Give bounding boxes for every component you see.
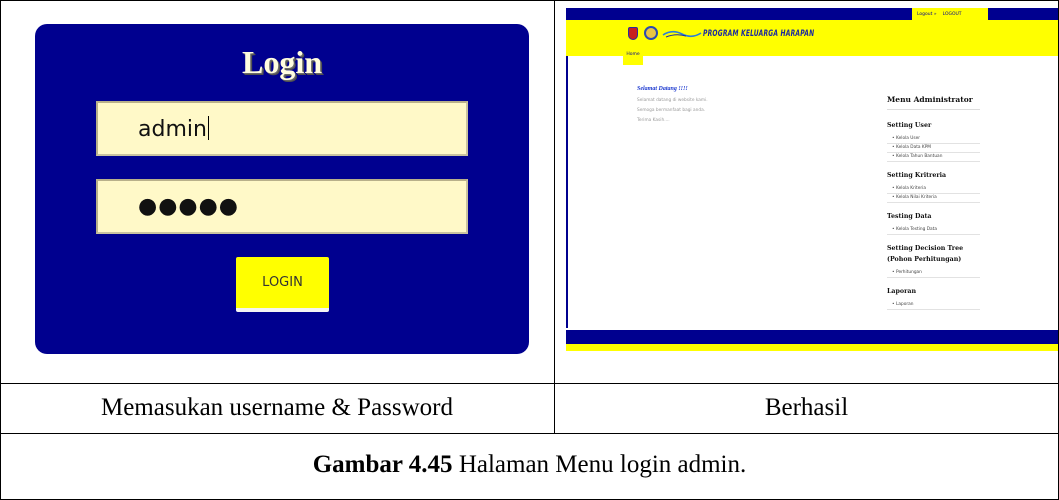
bullet-icon: • — [892, 227, 895, 232]
menu-item-kelola-data-kpm[interactable]: • Kelola Data KPM — [887, 144, 980, 153]
admin-page-screenshot: Logout » LOGOUT PROGRAM KELUARGA HARAPAN… — [566, 8, 1058, 351]
menu-group-title: Laporan — [887, 288, 917, 295]
welcome-title: Selamat Datang !!!! — [637, 86, 688, 92]
menu-item-laporan[interactable]: • Laporan — [887, 301, 980, 310]
seal-logo-icon — [644, 26, 658, 40]
welcome-line: Semoga bermanfaat bagi anda. — [637, 108, 706, 113]
menu-group-title: Setting User — [887, 122, 932, 129]
logout-link[interactable]: LOGOUT — [943, 12, 962, 17]
menu-item-kelola-user[interactable]: • Kelola User — [887, 135, 980, 144]
right-caption: Berhasil — [764, 394, 849, 421]
bullet-icon: • — [892, 186, 895, 191]
menu-item-perhitungan[interactable]: • Perhitungan — [887, 269, 980, 278]
left-border-strip — [566, 56, 568, 328]
bullet-icon: • — [892, 270, 895, 275]
password-field[interactable]: ●●●●● — [96, 179, 468, 234]
figure-label: Gambar 4.45 — [312, 451, 453, 478]
admin-footer-stripe — [566, 344, 1058, 351]
welcome-line: Terima Kasih.... — [637, 118, 670, 123]
table-row-divider — [0, 433, 1059, 434]
table-row-divider — [0, 383, 1059, 384]
login-title: Login — [241, 44, 323, 80]
menu-heading: Menu Administrator — [887, 95, 980, 110]
tab-home[interactable]: Home — [623, 49, 643, 65]
table-border-top — [0, 0, 1059, 1]
menu-item-kelola-kriteria[interactable]: • Kelola Kriteria — [887, 185, 980, 194]
left-caption: Memasukan username & Password — [100, 394, 453, 421]
admin-footer — [566, 330, 1058, 344]
swoosh-logo-icon — [662, 30, 702, 38]
menu-item-kelola-testing-data[interactable]: • Kelola Testing Data — [887, 226, 980, 235]
username-value: admin — [138, 116, 209, 142]
menu-item-kelola-tahun-bantuan[interactable]: • Kelola Tahun Bantuan — [887, 153, 980, 162]
figure-caption: Gambar 4.45 Halaman Menu login admin. — [0, 451, 1059, 479]
brand-text: PROGRAM KELUARGA HARAPAN — [703, 29, 815, 39]
bullet-icon: • — [892, 302, 895, 307]
menu-item-kelola-nilai-kriteria[interactable]: • Kelola Nilai Kriteria — [887, 194, 980, 203]
login-card: Login admin ●●●●● LOGIN — [35, 24, 529, 354]
menu-group-decision-tree: Setting Decision Tree (Pohon Perhitungan… — [887, 243, 980, 278]
bullet-icon: • — [892, 136, 895, 141]
text-caret — [207, 116, 209, 140]
menu-group-setting-kritreria: Setting Kritreria • Kelola Kriteria • Kelo… — [887, 170, 980, 203]
bullet-icon: • — [892, 195, 895, 200]
logout-arrow-link[interactable]: Logout » — [917, 12, 937, 17]
bullet-icon: • — [892, 154, 895, 159]
figure-text: Halaman Menu login admin. — [452, 451, 747, 478]
menu-group-laporan: Laporan • Laporan — [887, 286, 980, 310]
table-column-divider — [554, 0, 555, 433]
menu-group-title: Testing Data — [887, 213, 932, 220]
table-border-left — [0, 0, 1, 500]
menu-group-setting-user: Setting User • Kelola User • Kelola Data K… — [887, 120, 980, 162]
login-button[interactable]: LOGIN — [236, 257, 329, 312]
menu-group-title: Setting Kritreria — [887, 172, 947, 179]
password-mask: ●●●●● — [138, 194, 239, 219]
bullet-icon: • — [892, 145, 895, 150]
admin-menu-sidebar: Menu Administrator Setting User • Kelola … — [887, 95, 980, 318]
admin-top-menu: Logout » LOGOUT — [912, 8, 988, 20]
shield-logo-icon — [628, 27, 638, 40]
welcome-line: Selamat datang di website kami. — [637, 98, 708, 103]
menu-group-title: Setting Decision Tree (Pohon Perhitungan… — [887, 245, 964, 263]
username-field[interactable]: admin — [96, 101, 468, 156]
menu-group-testing-data: Testing Data • Kelola Testing Data — [887, 211, 980, 235]
